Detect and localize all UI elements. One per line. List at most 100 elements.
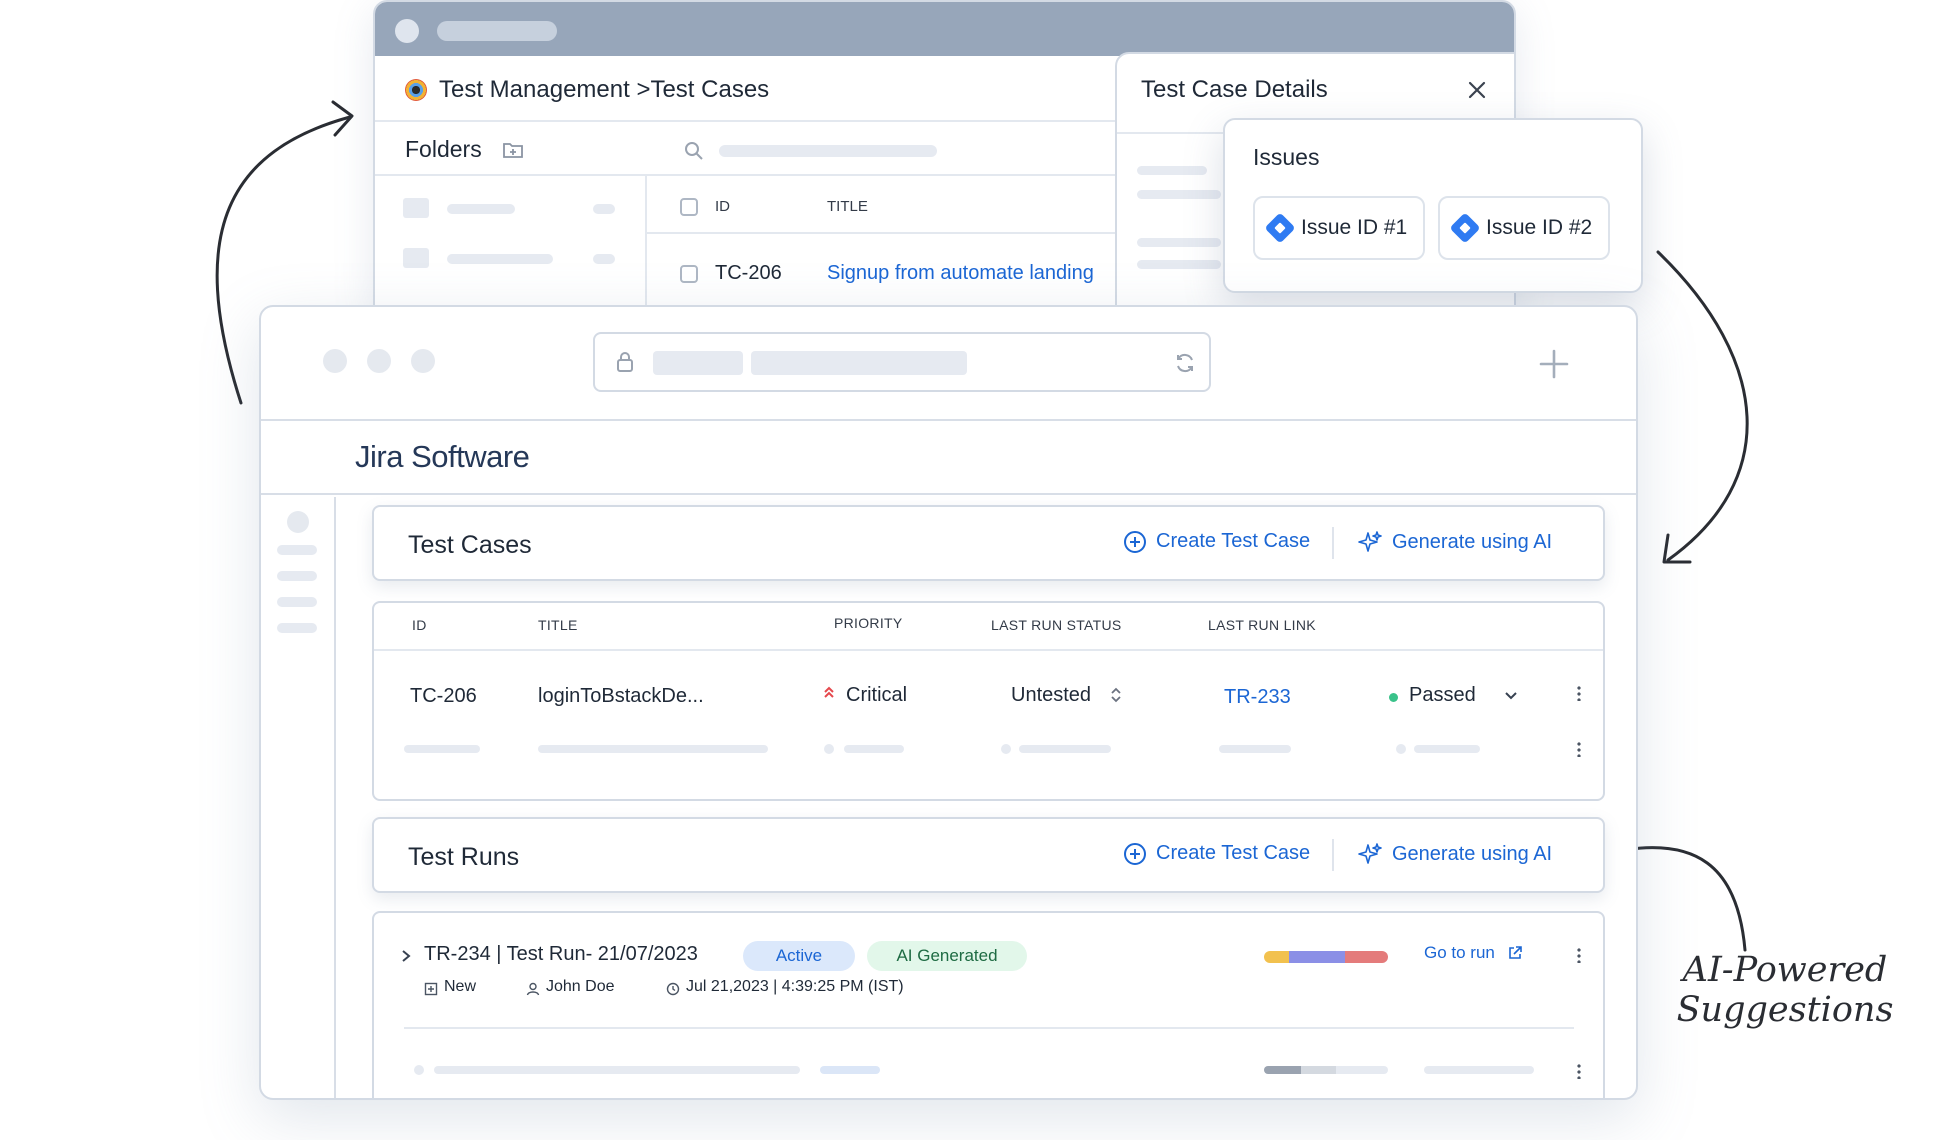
issues-title: Issues — [1253, 144, 1320, 170]
window-control-maximize[interactable] — [411, 349, 435, 373]
progress-segment-red — [1344, 951, 1388, 963]
app-logo-icon — [405, 79, 427, 101]
row-checkbox[interactable] — [680, 265, 698, 283]
row-menu-icon[interactable] — [1577, 685, 1581, 701]
create-test-case-button[interactable]: Create Test Case — [1124, 530, 1310, 553]
address-bar[interactable] — [593, 332, 1211, 392]
run-menu-icon[interactable] — [1577, 1063, 1581, 1079]
passed-status-dot — [1389, 693, 1398, 702]
col-header-last-run-link: LAST RUN LINK — [1208, 617, 1316, 633]
issue-chip-label: Issue ID #1 — [1301, 216, 1408, 239]
col-header-last-run-status: LAST RUN STATUS — [991, 617, 1122, 633]
window-dot[interactable] — [395, 19, 419, 43]
window-control-close[interactable] — [323, 349, 347, 373]
row-id: TC-206 — [410, 685, 477, 707]
generate-ai-button[interactable]: Generate using AI — [1358, 530, 1552, 554]
user-icon — [526, 982, 540, 996]
sidebar-item[interactable] — [277, 571, 317, 581]
progress-segment-purple — [1288, 951, 1345, 963]
lock-icon — [617, 352, 633, 372]
generate-ai-label: Generate using AI — [1392, 842, 1553, 865]
status-badge: Active — [743, 941, 855, 971]
test-cases-header-card: Test Cases Create Test Case Generate usi… — [372, 505, 1605, 581]
issue-chip-label: Issue ID #2 — [1486, 216, 1593, 239]
go-to-run-label: Go to run — [1424, 943, 1495, 962]
row-last-run-status[interactable]: Untested — [1011, 684, 1091, 707]
test-runs-list: TR-234 | Test Run- 21/07/2023 Active AI … — [372, 911, 1605, 1098]
sidebar-avatar[interactable] — [287, 511, 309, 533]
plus-circle-icon — [1124, 530, 1146, 553]
col-header-priority: PRIORITY — [834, 615, 903, 631]
search-placeholder — [719, 145, 937, 157]
new-tab-icon[interactable] — [1539, 349, 1569, 379]
issue-chip-1[interactable]: Issue ID #1 — [1253, 196, 1425, 260]
test-cases-table: ID TITLE PRIORITY LAST RUN STATUS LAST R… — [372, 601, 1605, 801]
sparkle-icon — [1358, 843, 1382, 864]
go-to-run-link[interactable]: Go to run — [1424, 943, 1523, 963]
chevron-right-icon[interactable] — [400, 949, 412, 963]
search-icon[interactable] — [683, 140, 705, 162]
window-titlebar — [375, 2, 1514, 56]
run-datetime: Jul 21,2023 | 4:39:25 PM (IST) — [686, 978, 904, 995]
details-title: Test Case Details — [1141, 76, 1328, 103]
row-last-run-link[interactable]: TR-233 — [1224, 686, 1291, 709]
add-folder-icon[interactable] — [502, 140, 524, 160]
jira-icon — [1449, 212, 1481, 244]
test-cases-title: Test Cases — [408, 531, 532, 559]
right-arrowhead — [1662, 533, 1692, 564]
close-icon[interactable] — [1467, 80, 1487, 100]
priority-critical-icon — [824, 686, 834, 698]
row-title-link[interactable]: Signup from automate landing — [827, 262, 1094, 285]
col-header-id: ID — [412, 617, 427, 633]
generate-ai-button[interactable]: Generate using AI — [1358, 842, 1552, 866]
issues-popup: Issues Issue ID #1 Issue ID #2 — [1223, 118, 1643, 293]
chevron-down-icon[interactable] — [1503, 689, 1519, 703]
titlebar-placeholder — [437, 21, 557, 41]
folder-settings-icon — [403, 248, 429, 268]
col-header-title: TITLE — [538, 617, 578, 633]
sidebar-item[interactable] — [277, 623, 317, 633]
test-runs-header-card: Test Runs Create Test Case Generate usin… — [372, 817, 1605, 893]
row-result[interactable]: Passed — [1409, 684, 1476, 707]
run-assignee: John Doe — [546, 978, 615, 995]
sidebar-item[interactable] — [277, 597, 317, 607]
plus-circle-icon — [1124, 842, 1146, 865]
refresh-icon[interactable] — [1173, 351, 1197, 375]
folder-icon — [403, 198, 429, 218]
test-runs-title: Test Runs — [408, 843, 520, 871]
annotation-line-1: AI-Powered — [1682, 950, 1888, 990]
sparkle-icon — [1358, 531, 1382, 552]
create-test-case-button[interactable]: Create Test Case — [1124, 842, 1310, 865]
row-id: TC-206 — [715, 262, 782, 284]
run-state: New — [444, 978, 477, 995]
row-menu-icon[interactable] — [1577, 741, 1581, 757]
row-title[interactable]: loginToBstackDe... — [538, 685, 704, 708]
generate-ai-label: Generate using AI — [1392, 530, 1553, 553]
col-header-id: ID — [715, 198, 730, 215]
right-curved-arrow — [1656, 250, 1749, 562]
jira-header: Jira Software — [261, 419, 1636, 495]
create-test-case-label: Create Test Case — [1156, 842, 1311, 864]
run-menu-icon[interactable] — [1577, 947, 1581, 963]
run-progress-bar — [1264, 951, 1388, 963]
jira-brand: Jira Software — [355, 439, 530, 474]
sidebar-item[interactable] — [277, 545, 317, 555]
window-control-minimize[interactable] — [367, 349, 391, 373]
ai-generated-badge: AI Generated — [867, 941, 1027, 971]
col-header-title: TITLE — [827, 198, 868, 215]
issue-chip-2[interactable]: Issue ID #2 — [1438, 196, 1610, 260]
folders-label: Folders — [405, 136, 482, 162]
jira-browser-window: Jira Software Test Cases Create Test Cas… — [259, 305, 1638, 1100]
new-state-icon — [424, 982, 438, 996]
run-name[interactable]: TR-234 | Test Run- 21/07/2023 — [424, 943, 698, 966]
ai-powered-suggestions-annotation: AI-Powered Suggestions — [1655, 950, 1915, 1030]
clock-icon — [666, 982, 680, 996]
jira-sidebar — [261, 497, 336, 1098]
sort-icon[interactable] — [1110, 686, 1122, 704]
select-all-checkbox[interactable] — [680, 198, 698, 216]
create-test-case-label: Create Test Case — [1156, 530, 1311, 552]
progress-segment-yellow — [1264, 951, 1289, 963]
jira-icon — [1264, 212, 1296, 244]
external-link-icon — [1509, 946, 1522, 959]
breadcrumb: Test Management >Test Cases — [439, 76, 770, 103]
